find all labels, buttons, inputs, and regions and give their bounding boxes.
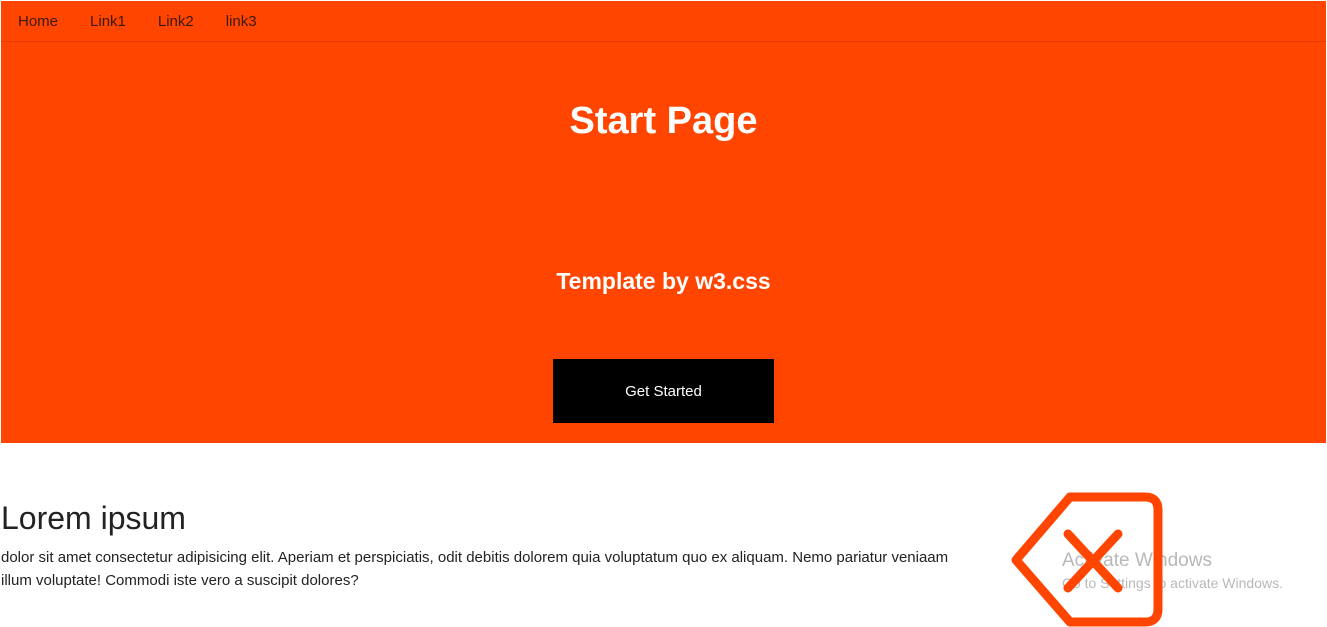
nav-link-home[interactable]: Home [1, 1, 74, 42]
hero-banner: Start Page Template by w3.css Get Starte… [1, 42, 1326, 443]
backspace-icon[interactable] [1010, 492, 1165, 627]
page-title: Start Page [569, 100, 758, 142]
top-navbar: Home Link1 Link2 link3 [1, 1, 1326, 42]
nav-link-link2[interactable]: Link2 [142, 1, 210, 42]
section-text: dolor sit amet consectetur adipisicing e… [1, 549, 949, 589]
section-title: Lorem ipsum [1, 500, 186, 536]
nav-link-link1[interactable]: Link1 [74, 1, 142, 42]
hero-subtitle: Template by w3.css [556, 268, 771, 294]
nav-link-link3[interactable]: link3 [210, 1, 273, 42]
page: Home Link1 Link2 link3 Start Page Templa… [0, 0, 1327, 627]
get-started-button[interactable]: Get Started [553, 359, 774, 423]
